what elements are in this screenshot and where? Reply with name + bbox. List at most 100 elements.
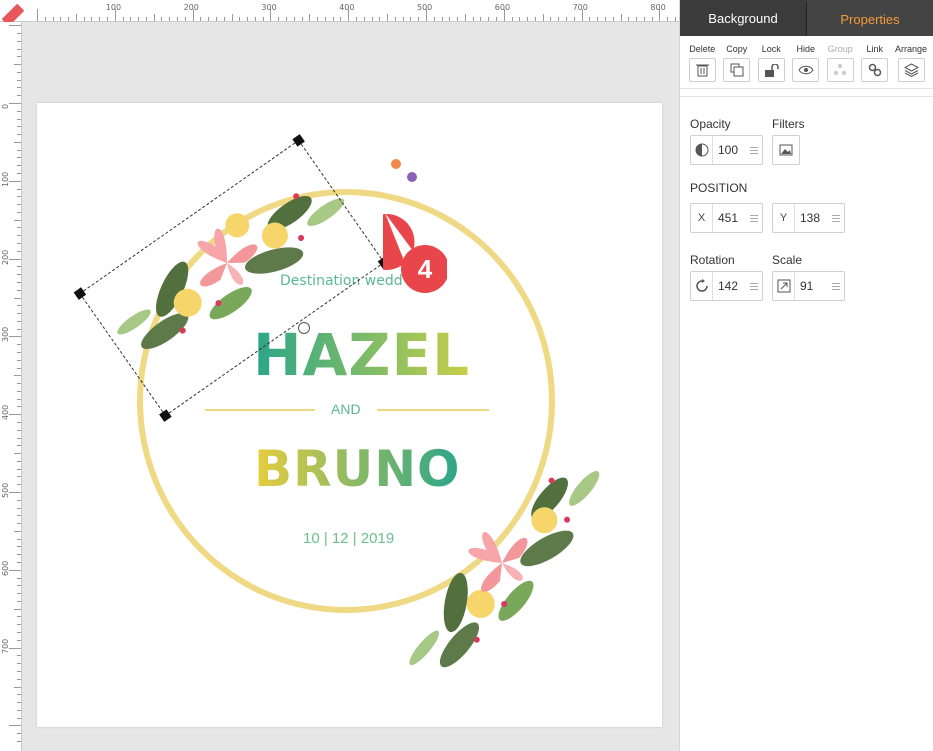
ruler-tick: [9, 336, 21, 338]
opacity-stepper-icon[interactable]: [746, 146, 762, 154]
tab-properties[interactable]: Properties: [806, 0, 933, 36]
date-text[interactable]: 10 | 12 | 2019: [303, 530, 394, 547]
ruler-tick: [620, 14, 622, 21]
ruler-tick: [542, 14, 544, 21]
trash-icon: [695, 64, 709, 77]
ruler-tick: [247, 17, 249, 21]
ruler-tick: [566, 17, 568, 21]
ruler-tick: [17, 126, 21, 128]
ruler-label: 400: [339, 3, 355, 12]
ruler-label: 400: [1, 404, 10, 421]
ruler-tick: [215, 17, 217, 21]
scale-stepper-icon[interactable]: [828, 282, 844, 290]
ruler-tick: [17, 305, 21, 307]
ruler-tick: [17, 709, 21, 711]
ruler-tick: [387, 14, 389, 21]
object-toolbar: Delete Copy Lock Hide Group Link Arrange: [680, 36, 933, 89]
design-canvas[interactable]: Destination wedd HAZEL AND BRUNO 10 | 12…: [37, 103, 662, 727]
tab-background[interactable]: Background: [680, 0, 806, 36]
image-filter-icon: [779, 144, 793, 156]
link-label: Link: [866, 44, 883, 54]
ruler-tick: [9, 414, 21, 416]
name-bruno-text[interactable]: BRUNO: [254, 440, 461, 498]
ruler-tick: [17, 546, 21, 548]
ruler-tick: [17, 56, 21, 58]
y-field[interactable]: Y 138: [772, 203, 845, 233]
horizontal-ruler: 100 200 300 400 500 600 700 800: [36, 0, 679, 22]
opacity-value[interactable]: 100: [713, 143, 746, 157]
ruler-tick: [130, 17, 132, 21]
ruler-tick: [17, 429, 21, 431]
ruler-tick: [651, 17, 653, 21]
ruler-tick: [17, 196, 21, 198]
rotation-value[interactable]: 142: [713, 279, 746, 293]
ruler-tick: [293, 17, 295, 21]
rotation-stepper-icon[interactable]: [746, 282, 762, 290]
ruler-tick: [17, 616, 21, 618]
group-button[interactable]: [826, 58, 854, 82]
copy-label: Copy: [726, 44, 748, 54]
ruler-tick: [223, 17, 225, 21]
and-divider-left: [205, 409, 315, 411]
ruler-tick: [17, 204, 21, 206]
ruler-tick: [17, 359, 21, 361]
ruler-tick: [17, 460, 21, 462]
x-value[interactable]: 451: [713, 211, 746, 225]
ruler-tick: [17, 585, 21, 587]
ruler-tick: [674, 17, 676, 21]
ruler-tick: [379, 17, 381, 21]
ruler-tick: [17, 118, 21, 120]
arrange-label: Arrange: [894, 44, 928, 54]
copy-button[interactable]: [723, 58, 751, 82]
y-value[interactable]: 138: [795, 211, 828, 225]
ruler-tick: [480, 17, 482, 21]
link-button[interactable]: [861, 58, 889, 82]
ruler-tick: [558, 17, 560, 21]
delete-label: Delete: [689, 44, 716, 54]
and-text[interactable]: AND: [331, 401, 361, 417]
ruler-tick: [612, 17, 614, 21]
opacity-field[interactable]: 100: [690, 135, 763, 165]
ruler-tick: [285, 17, 287, 21]
ruler-label: 600: [1, 560, 10, 576]
lock-tool: Lock: [757, 44, 786, 82]
ruler-tick: [17, 670, 21, 672]
y-stepper-icon[interactable]: [828, 214, 844, 222]
filters-button[interactable]: [772, 135, 800, 165]
rotation-field[interactable]: 142: [690, 271, 763, 301]
delete-button[interactable]: [688, 58, 716, 82]
ruler-tick: [17, 507, 21, 509]
group-label: Group: [827, 44, 853, 54]
rotation-label: Rotation: [690, 253, 735, 267]
ruler-tick: [550, 17, 552, 21]
ruler-tick: [17, 554, 21, 556]
copy-tool: Copy: [723, 44, 752, 82]
ruler-tick: [457, 17, 459, 21]
lock-button[interactable]: [757, 58, 785, 82]
opacity-label: Opacity: [690, 117, 731, 131]
ruler-tick: [340, 17, 342, 21]
ruler-tick: [17, 484, 21, 486]
ruler-tick: [17, 110, 21, 112]
x-stepper-icon[interactable]: [746, 214, 762, 222]
hide-tool: Hide: [792, 44, 821, 82]
ruler-tick: [534, 17, 536, 21]
rotate-handle-icon[interactable]: [298, 322, 310, 334]
ruler-tick: [363, 17, 365, 21]
ruler-label: 500: [1, 482, 10, 498]
scale-field[interactable]: 91: [772, 271, 845, 301]
eye-icon: [798, 65, 814, 75]
ruler-tick: [464, 14, 466, 21]
properties-panel: Background Properties Delete Copy Lock H…: [679, 0, 933, 751]
arrange-tool: Arrange: [895, 44, 927, 82]
ruler-tick: [17, 48, 21, 50]
ruler-tick: [17, 157, 21, 159]
ruler-tick: [17, 281, 21, 283]
arrange-button[interactable]: [897, 58, 925, 82]
scale-value[interactable]: 91: [795, 279, 828, 293]
ruler-tick: [17, 344, 21, 346]
link-icon: [868, 63, 881, 77]
ruler-tick: [9, 103, 21, 104]
hide-button[interactable]: [792, 58, 820, 82]
x-field[interactable]: X 451: [690, 203, 763, 233]
